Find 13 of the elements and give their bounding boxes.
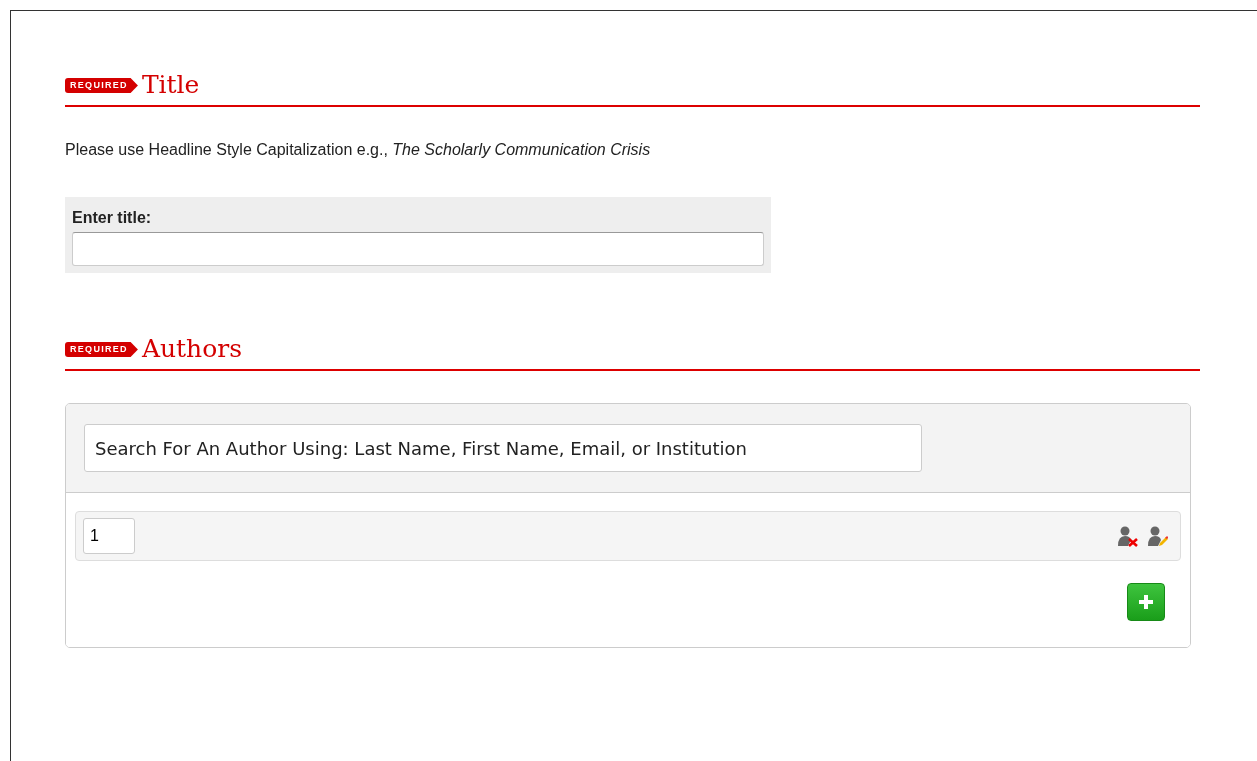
- required-badge: REQUIRED: [65, 78, 138, 93]
- edit-person-icon[interactable]: [1148, 525, 1168, 547]
- field-label: Enter title:: [72, 209, 153, 227]
- hint-text: Please use Headline Style Capitalization e.g., The Scholarly Communication Crisis: [65, 141, 652, 159]
- add-button[interactable]: [1127, 583, 1165, 621]
- plus-icon: [1138, 594, 1154, 610]
- required-badge: REQUIRED: [65, 342, 138, 357]
- author-search-field[interactable]: Search For An Author Using: Last Name, First Name, Email, or Institution: [84, 424, 922, 472]
- order-field[interactable]: 1: [83, 518, 135, 554]
- section-heading: Title: [141, 71, 200, 99]
- section-heading: Authors: [141, 335, 243, 363]
- title-input[interactable]: [72, 232, 764, 266]
- remove-person-icon[interactable]: [1118, 525, 1138, 547]
